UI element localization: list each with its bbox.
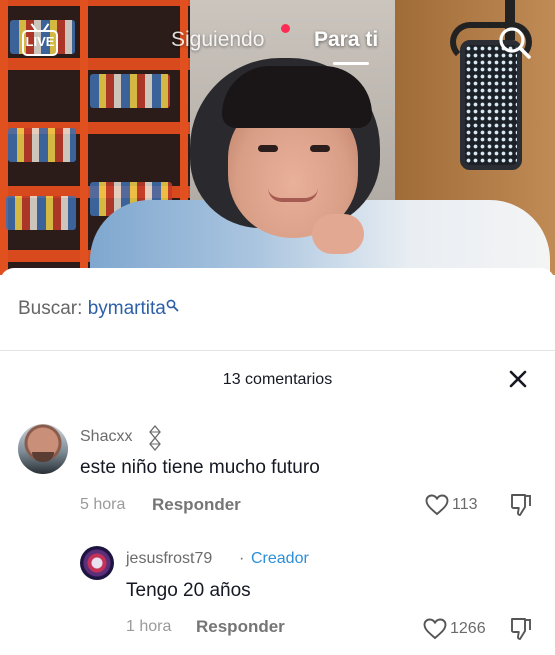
dislike-icon[interactable]: [510, 493, 532, 522]
magnifier-icon: [166, 296, 179, 318]
dislike-icon[interactable]: [510, 617, 532, 646]
search-prefix: Buscar:: [18, 298, 83, 319]
comment-username[interactable]: Shacxx: [80, 428, 132, 446]
close-icon[interactable]: [507, 368, 529, 395]
search-icon[interactable]: [498, 26, 532, 65]
divider: [0, 350, 555, 351]
comments-panel: Buscar: bymartita 13 comentarios Shacxx …: [0, 268, 555, 655]
avatar[interactable]: [18, 424, 68, 474]
heart-icon[interactable]: [423, 618, 447, 645]
video-player[interactable]: [0, 0, 555, 275]
reply-button[interactable]: Responder: [152, 495, 241, 515]
person-hand: [312, 214, 364, 254]
person-eye: [310, 145, 330, 152]
gem-badge-icon: [148, 424, 162, 456]
reply-button[interactable]: Responder: [196, 617, 285, 637]
person-eye: [258, 145, 278, 152]
live-button[interactable]: LIVE: [22, 30, 58, 56]
person-smile: [268, 188, 318, 202]
shelf-toys: [8, 128, 76, 162]
tab-for-you[interactable]: Para ti: [314, 28, 378, 52]
tab-following[interactable]: Siguiendo: [171, 28, 264, 52]
active-tab-indicator: [333, 62, 369, 65]
separator-dot: ·: [239, 550, 245, 567]
search-suggestion[interactable]: Buscar: bymartita: [18, 298, 179, 320]
comment-count: 13 comentarios: [222, 371, 333, 388]
shelf-post: [80, 0, 88, 275]
person-hair: [222, 66, 372, 128]
new-content-dot: [281, 24, 290, 33]
comment-text: este niño tiene mucho futuro: [80, 457, 320, 478]
search-query-link[interactable]: bymartita: [88, 298, 166, 319]
reply-text: Tengo 20 años: [126, 580, 251, 601]
shelf-post: [0, 0, 8, 275]
like-count: 1266: [450, 620, 486, 637]
like-count: 113: [452, 496, 478, 513]
reply-username[interactable]: jesusfrost79: [126, 550, 212, 568]
shelf-toys: [90, 74, 170, 108]
avatar[interactable]: [80, 546, 114, 580]
creator-badge: Creador: [251, 550, 309, 567]
comment-timestamp: 5 hora: [80, 496, 126, 513]
heart-icon[interactable]: [425, 494, 449, 521]
shelf-toys: [6, 196, 76, 230]
reply-timestamp: 1 hora: [126, 618, 172, 635]
